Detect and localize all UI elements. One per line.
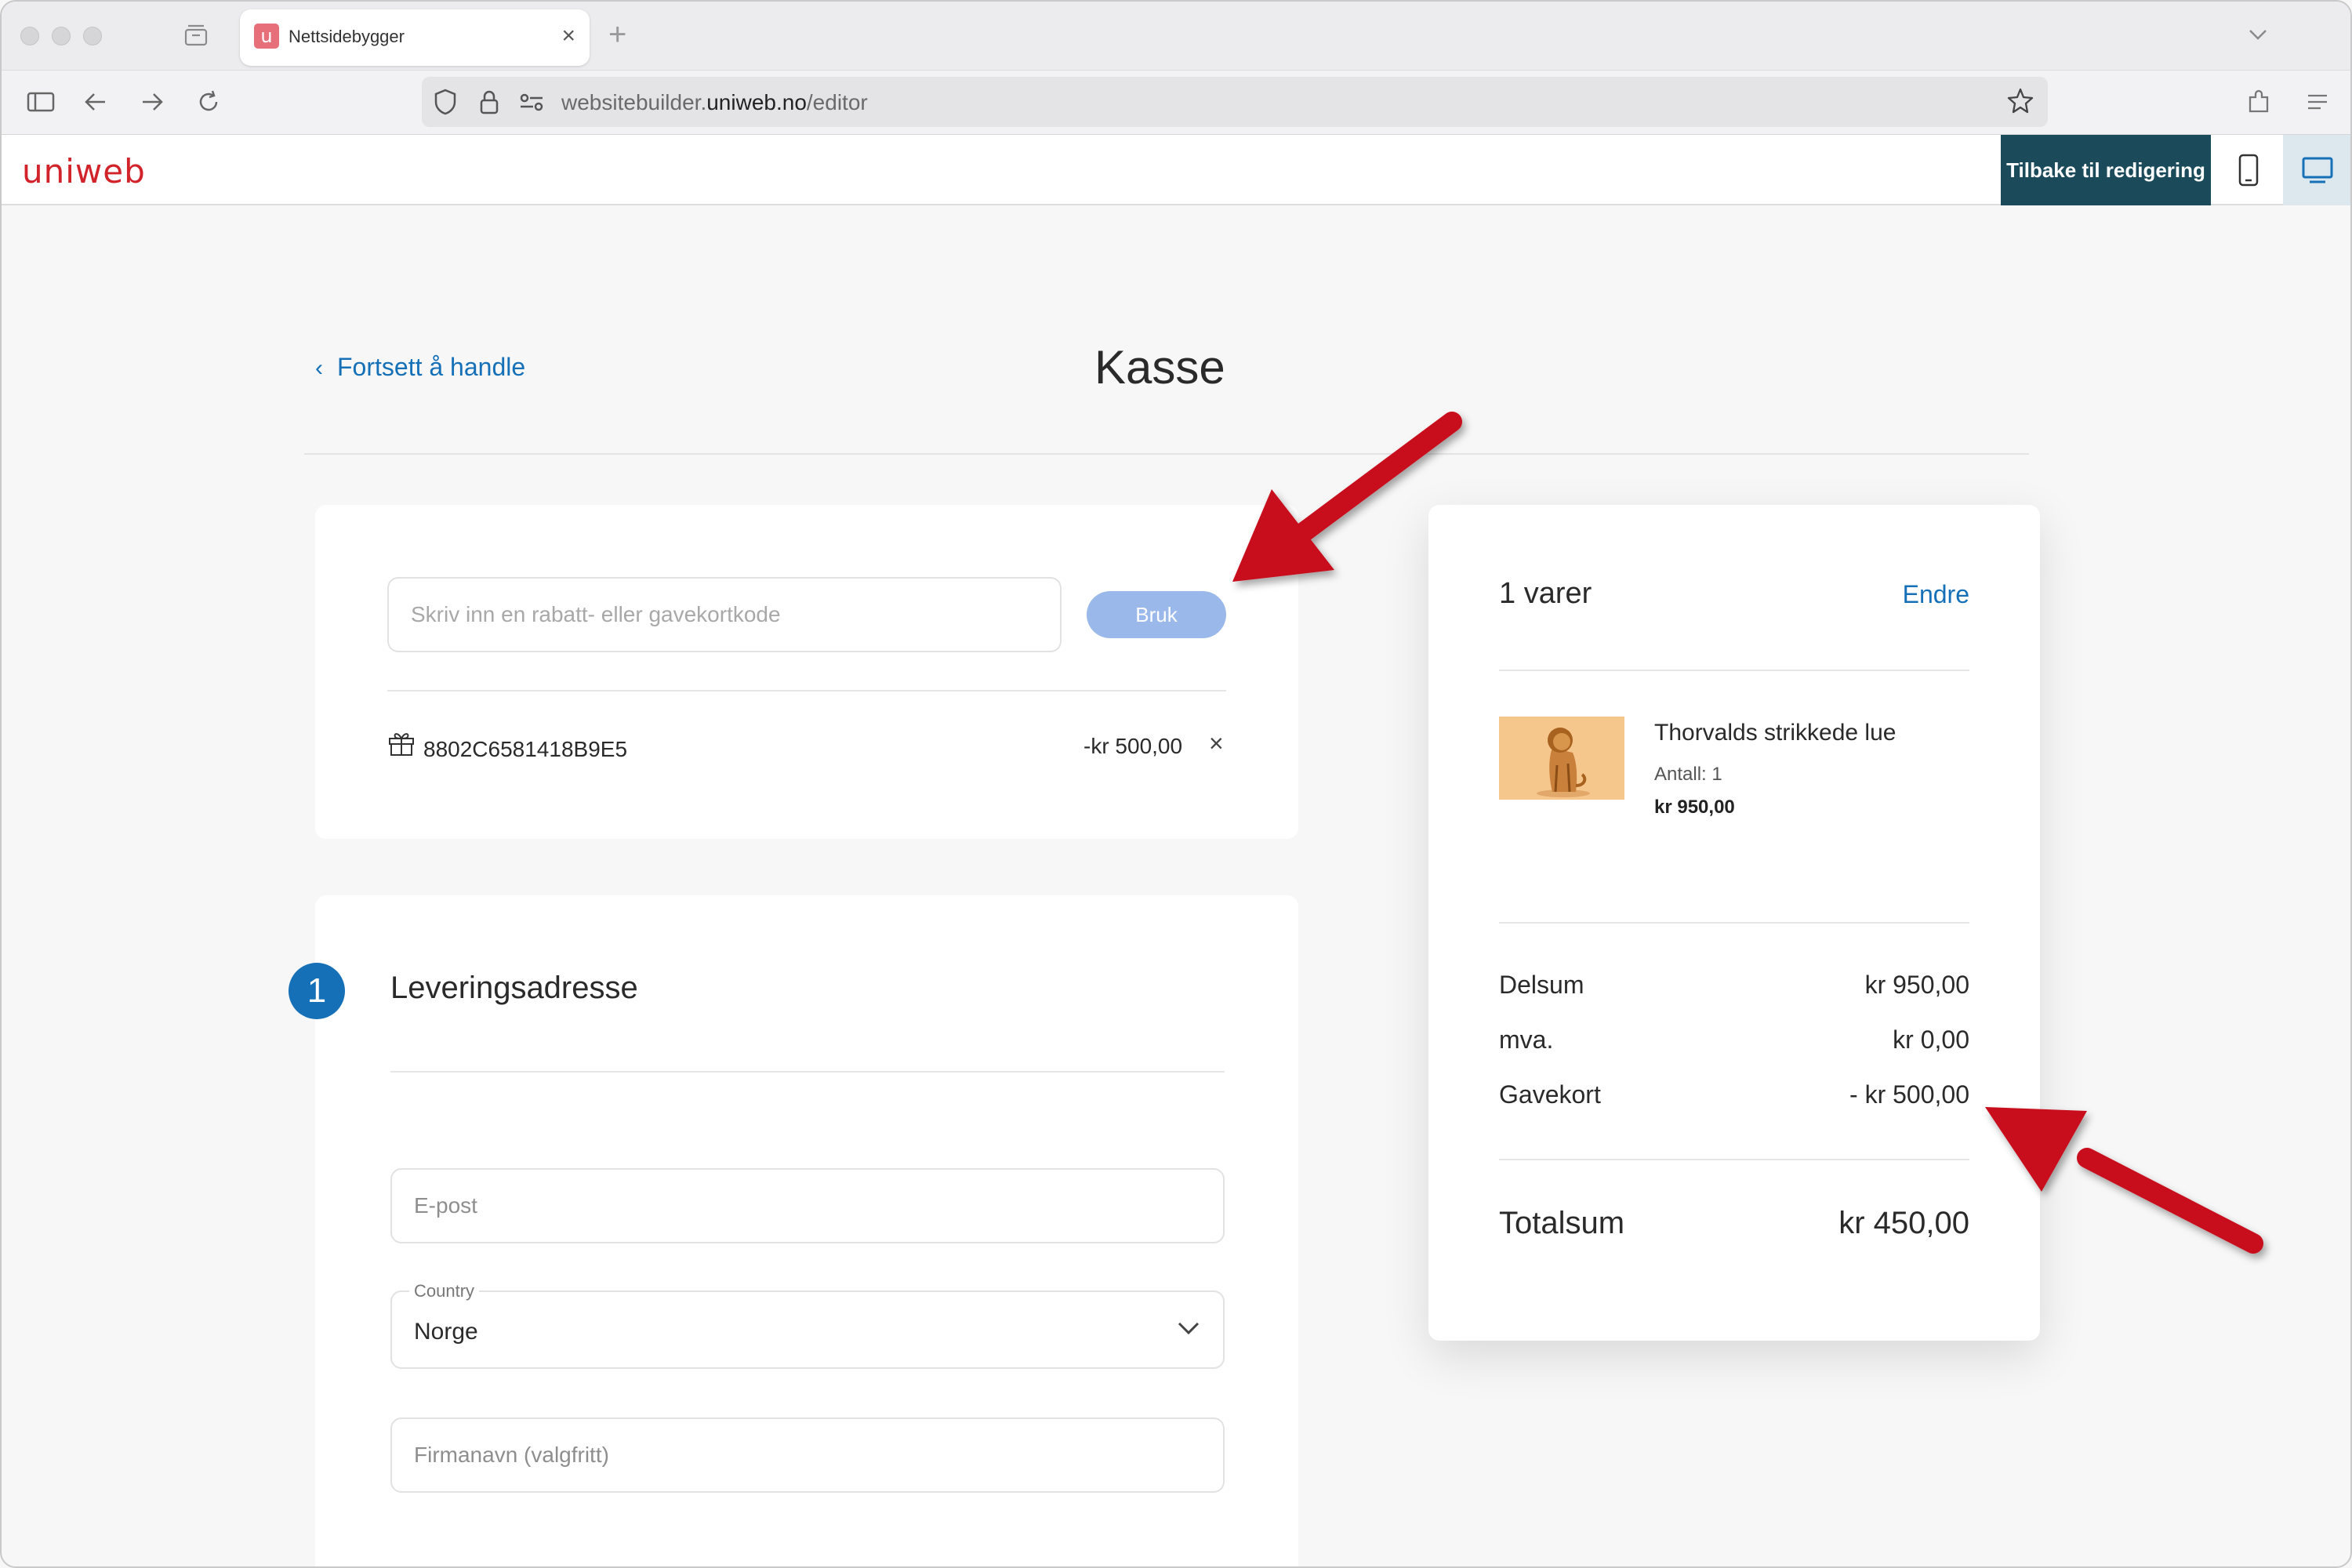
company-name-input[interactable] — [392, 1419, 1223, 1491]
gift-card-row: Gavekort - kr 500,00 — [1499, 1080, 1969, 1109]
applied-gift-amount: -kr 500,00 — [1083, 734, 1183, 758]
menu-icon[interactable] — [2300, 85, 2335, 119]
tab-title: Nettsidebygger — [289, 27, 405, 46]
page-title: Kasse — [1094, 341, 1225, 394]
email-input[interactable] — [392, 1170, 1223, 1242]
vat-value: kr 0,00 — [1893, 1025, 1969, 1054]
window-minimize-button[interactable] — [52, 27, 71, 45]
product-price: kr 950,00 — [1654, 797, 1735, 818]
continue-shopping-label: Fortsett å handle — [337, 353, 526, 381]
apply-coupon-button[interactable]: Bruk — [1087, 591, 1226, 638]
tab-active[interactable]: u Nettsidebygger × — [240, 9, 590, 66]
continue-shopping-link[interactable]: ‹ Fortsett å handle — [315, 353, 525, 382]
url-text: websitebuilder.uniweb.no/editor — [561, 90, 868, 114]
remove-gift-code-icon[interactable]: × — [1209, 729, 1224, 757]
sidebar-toggle-icon[interactable] — [24, 85, 58, 119]
gift-card-value: - kr 500,00 — [1849, 1080, 1969, 1109]
coupon-code-input[interactable] — [387, 577, 1062, 652]
vat-row: mva. kr 0,00 — [1499, 1025, 1969, 1054]
summary-divider — [1499, 670, 1969, 671]
window-close-button[interactable] — [20, 27, 39, 45]
product-name: Thorvalds strikkede lue — [1654, 720, 1896, 746]
shield-icon[interactable] — [430, 86, 461, 118]
applied-gift-code: 8802C6581418B9E5 — [423, 737, 628, 761]
forward-arrow-icon[interactable] — [135, 85, 169, 119]
new-tab-icon[interactable]: + — [608, 16, 626, 53]
total-row: Totalsum kr 450,00 — [1499, 1206, 1969, 1241]
edit-cart-link[interactable]: Endre — [1903, 580, 1969, 609]
browser-toolbar: websitebuilder.uniweb.no/editor — [2, 71, 2350, 135]
vat-label: mva. — [1499, 1025, 1554, 1054]
product-quantity: Antall: 1 — [1654, 764, 1722, 785]
chevron-left-icon: ‹ — [315, 355, 323, 381]
country-value: Norge — [414, 1319, 478, 1345]
header-divider — [304, 453, 2029, 455]
chevron-down-icon[interactable] — [2242, 19, 2274, 50]
back-arrow-icon[interactable] — [78, 85, 113, 119]
reload-icon[interactable] — [191, 85, 226, 119]
item-count: 1 varer — [1499, 577, 1592, 610]
coupon-divider — [387, 690, 1226, 691]
address-bar[interactable]: websitebuilder.uniweb.no/editor — [422, 77, 2048, 127]
lion-illustration-icon — [1499, 717, 1624, 800]
mobile-device-icon — [2238, 154, 2259, 187]
tab-close-icon[interactable]: × — [561, 20, 575, 52]
summary-divider — [1499, 922, 1969, 924]
window-zoom-button[interactable] — [83, 27, 102, 45]
summary-divider — [1499, 1159, 1969, 1160]
address-divider — [390, 1071, 1225, 1073]
subtotal-label: Delsum — [1499, 971, 1584, 999]
desktop-preview-button[interactable] — [2283, 135, 2350, 205]
app-header: uniweb Tilbake til redigering — [2, 135, 2350, 205]
total-label: Totalsum — [1499, 1206, 1625, 1240]
product-image — [1499, 717, 1624, 800]
total-value: kr 450,00 — [1838, 1206, 1969, 1240]
bookmark-star-icon[interactable] — [2004, 85, 2037, 118]
site-settings-icon[interactable] — [516, 86, 547, 118]
tab-strip: u Nettsidebygger × + — [2, 2, 2350, 71]
uniweb-logo: uniweb — [22, 152, 146, 191]
country-select[interactable]: Country Norge — [390, 1281, 1225, 1369]
country-label: Country — [409, 1281, 480, 1301]
desktop-monitor-icon — [2302, 157, 2333, 183]
subtotal-row: Delsum kr 950,00 — [1499, 971, 1969, 1000]
subtotal-value: kr 950,00 — [1864, 971, 1969, 999]
tab-overview-icon[interactable] — [183, 24, 209, 47]
company-name-field — [390, 1417, 1225, 1493]
step-number-badge: 1 — [289, 963, 345, 1019]
order-summary-card: 1 varer Endre Thorvalds strikkede lue An… — [1428, 505, 2040, 1341]
lock-icon[interactable] — [474, 86, 505, 118]
delivery-address-title: Leveringsadresse — [390, 971, 638, 1005]
mobile-preview-button[interactable] — [2214, 135, 2283, 205]
coupon-card: Bruk 8802C6581418B9E5 -kr 500,00 × — [315, 505, 1298, 839]
browser-window: u Nettsidebygger × + websitebuilder.uniw… — [0, 0, 2352, 1568]
back-to-edit-button[interactable]: Tilbake til redigering — [2001, 135, 2211, 205]
gift-icon — [389, 733, 414, 756]
uniweb-favicon-icon: u — [254, 24, 279, 49]
gift-card-label: Gavekort — [1499, 1080, 1601, 1109]
email-field — [390, 1168, 1225, 1243]
chevron-down-icon — [1178, 1322, 1200, 1335]
extensions-icon[interactable] — [2242, 85, 2277, 119]
